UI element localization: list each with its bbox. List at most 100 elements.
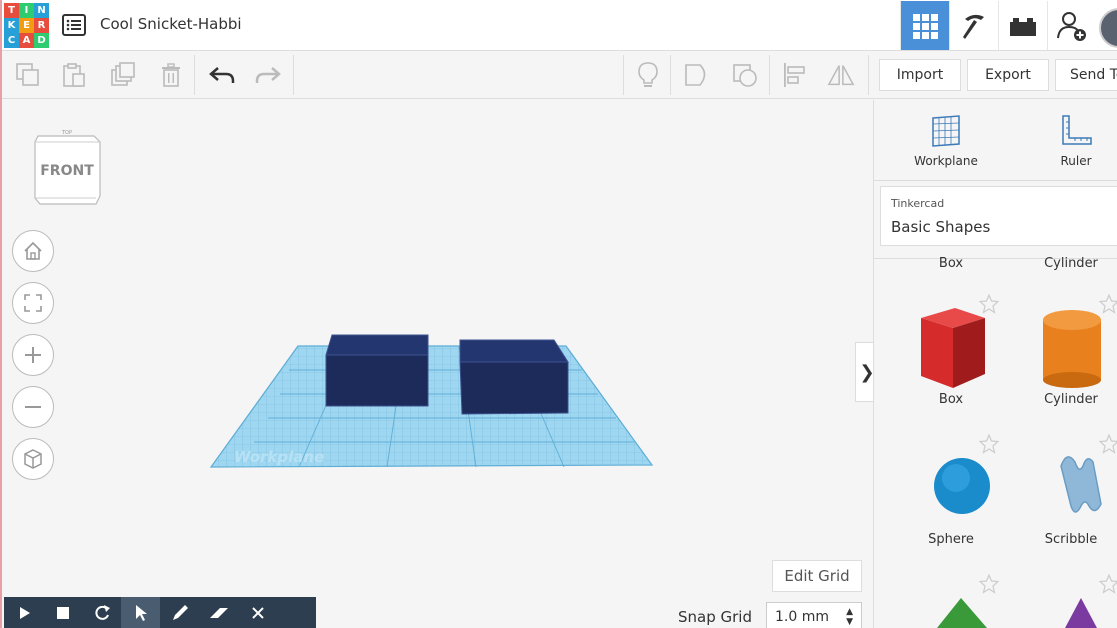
shape-scribble-label: Scribble	[1044, 532, 1098, 547]
workplane-label: Workplane	[234, 448, 324, 466]
view-cube[interactable]: TOP FRONT	[32, 130, 102, 210]
logo-letter: I	[19, 3, 34, 18]
shape-sphere[interactable]: Sphere	[901, 434, 1001, 547]
avatar[interactable]	[1099, 8, 1117, 48]
toolbar-divider	[868, 55, 869, 95]
zoom-out-button[interactable]	[12, 386, 54, 428]
logo-letter: E	[19, 18, 34, 33]
copy-icon[interactable]	[14, 61, 42, 89]
blocks-view-button[interactable]	[949, 1, 998, 50]
add-user-icon	[1057, 11, 1086, 41]
home-view-button[interactable]	[12, 230, 54, 272]
logo-letter: A	[19, 33, 34, 48]
design-title[interactable]: Cool Snicket-Habbi	[100, 15, 242, 33]
logo-letter: K	[4, 18, 19, 33]
toolbar-divider	[194, 55, 195, 95]
shape-library-select[interactable]: Tinkercad Basic Shapes ▼	[880, 186, 1117, 246]
play-icon[interactable]	[4, 597, 43, 628]
star-icon[interactable]	[979, 574, 999, 594]
tinkercad-logo[interactable]: T I N K E R C A D	[4, 3, 49, 48]
star-icon[interactable]	[1099, 574, 1117, 594]
logo-letter: R	[34, 18, 49, 33]
logo-letter: C	[4, 33, 19, 48]
star-icon[interactable]	[1099, 294, 1117, 314]
top-bar: T I N K E R C A D Cool Snicket-Habbi	[2, 0, 1117, 51]
edit-grid-button[interactable]: Edit Grid	[772, 560, 862, 592]
pencil-icon[interactable]	[160, 597, 199, 628]
shape-box[interactable]: Box	[901, 294, 1001, 407]
snap-grid-label: Snap Grid	[678, 608, 752, 626]
star-icon[interactable]	[979, 294, 999, 314]
edit-toolbar: Import Export Send To	[2, 51, 1117, 99]
select-pointer-icon[interactable]	[121, 597, 160, 628]
shape-box-label: Box	[938, 392, 964, 407]
view-cube-top-label[interactable]: TOP	[32, 130, 102, 136]
zoom-in-button[interactable]	[12, 334, 54, 376]
close-icon[interactable]	[238, 597, 277, 628]
ruler-tool-label: Ruler	[1060, 154, 1092, 168]
toolbar-divider	[769, 55, 770, 95]
box-object-right[interactable]	[459, 339, 569, 415]
toolbar-divider	[670, 55, 671, 95]
pickaxe-icon	[963, 14, 984, 39]
group-icon[interactable]	[683, 61, 711, 89]
workplane-icon	[932, 115, 960, 147]
export-button[interactable]: Export	[967, 59, 1049, 91]
star-icon[interactable]	[979, 434, 999, 454]
updown-arrow-icon: ▲ ▼	[846, 607, 853, 627]
logo-letter: N	[34, 3, 49, 18]
logo-letter: D	[34, 33, 49, 48]
minus-icon	[25, 406, 41, 408]
reset-icon[interactable]	[82, 597, 121, 628]
trash-icon[interactable]	[157, 61, 185, 89]
3d-design-view-button[interactable]	[900, 1, 949, 50]
snap-grid-select[interactable]: 1.0 mm ▲ ▼	[766, 602, 862, 628]
align-icon[interactable]	[780, 61, 808, 89]
perspective-button[interactable]	[12, 438, 54, 480]
3d-viewport[interactable]: Workplane TOP FRONT Edit Grid Snap Grid …	[2, 100, 879, 628]
brick-icon	[1010, 17, 1036, 36]
sphere-shape-icon	[934, 458, 990, 514]
library-caption: Tinkercad	[891, 197, 945, 210]
scribble-shape-icon	[1060, 456, 1102, 513]
import-button[interactable]: Import	[879, 59, 961, 91]
toolbar-divider	[293, 55, 294, 95]
bricks-view-button[interactable]	[998, 1, 1047, 50]
undo-icon[interactable]	[208, 61, 236, 89]
mirror-icon[interactable]	[827, 61, 855, 89]
paste-icon[interactable]	[60, 61, 88, 89]
shape-cylinder-label: Cylinder	[1044, 392, 1098, 407]
list-icon[interactable]	[62, 14, 86, 36]
home-icon	[24, 241, 42, 260]
ungroup-icon[interactable]	[731, 61, 759, 89]
redo-icon[interactable]	[254, 61, 282, 89]
lightbulb-icon[interactable]	[634, 61, 662, 89]
duplicate-icon[interactable]	[109, 61, 137, 89]
invite-user-button[interactable]	[1047, 1, 1096, 50]
shape-scribble[interactable]: Scribble	[1021, 434, 1117, 547]
shape-cone[interactable]	[1021, 574, 1117, 628]
shape-cylinder[interactable]: Cylinder	[1021, 294, 1117, 407]
box-object-left[interactable]	[325, 334, 429, 407]
scene-canvas[interactable]: Workplane	[2, 100, 870, 628]
simulation-toolbar	[4, 597, 316, 628]
eraser-icon[interactable]	[199, 597, 238, 628]
shapes-panel: Workplane Ruler Tinkercad Basic Shapes ▼…	[873, 100, 1117, 628]
view-cube-front-label[interactable]: FRONT	[32, 163, 102, 179]
grid-icon	[913, 13, 938, 39]
ruler-tool[interactable]: Ruler	[1036, 114, 1116, 168]
stop-icon[interactable]	[43, 597, 82, 628]
fit-view-button[interactable]	[12, 282, 54, 324]
star-icon[interactable]	[1099, 434, 1117, 454]
tinkercad-app: T I N K E R C A D Cool Snicket-Habbi Imp…	[0, 0, 1117, 628]
send-to-button[interactable]: Send To	[1055, 59, 1117, 91]
ruler-icon	[1062, 115, 1092, 145]
box-shape-icon	[921, 308, 985, 388]
workplane-tool[interactable]: Workplane	[906, 114, 986, 168]
fit-view-icon	[24, 294, 42, 312]
shape-roof[interactable]	[901, 574, 1001, 628]
cube-icon	[24, 449, 42, 469]
library-value: Basic Shapes	[891, 218, 991, 236]
shape-label-partial: Box	[938, 256, 964, 271]
cylinder-shape-icon	[1043, 310, 1101, 388]
